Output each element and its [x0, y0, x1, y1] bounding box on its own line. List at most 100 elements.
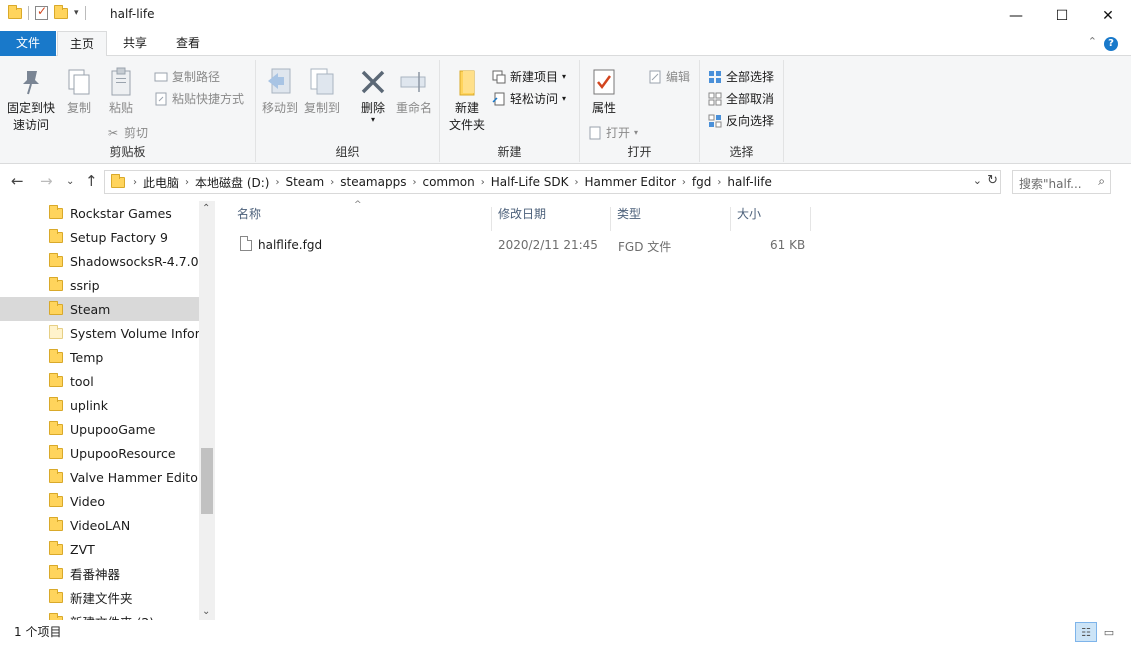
delete-dropdown-icon[interactable]: ▾ — [356, 116, 390, 124]
rename-button[interactable]: 重命名 — [394, 66, 434, 117]
select-none-icon — [708, 92, 722, 106]
address-bar[interactable]: › 此电脑 › 本地磁盘 (D:) › Steam › steamapps › … — [104, 170, 1001, 194]
folder-icon — [49, 444, 63, 459]
address-dropdown-chevron-icon[interactable]: ⌄ — [973, 174, 982, 187]
copy-label: 复制 — [66, 101, 91, 115]
pin-to-quick-access-button[interactable]: 固定到快 速访问 — [4, 66, 58, 134]
recent-locations-chevron-icon[interactable]: ⌄ — [66, 176, 74, 187]
breadcrumb-item[interactable]: steamapps — [334, 175, 412, 189]
paste-shortcut-button[interactable]: 粘贴快捷方式 — [154, 90, 244, 107]
new-group-label: 新建 — [497, 145, 522, 159]
nav-item[interactable]: System Volume Information — [0, 321, 199, 345]
column-header-type[interactable]: 类型 — [612, 207, 731, 231]
help-icon[interactable]: ? — [1104, 37, 1118, 51]
forward-arrow-icon[interactable]: → — [40, 172, 53, 190]
nav-item[interactable]: uplink — [0, 393, 199, 417]
folder-icon — [49, 396, 63, 411]
tab-file[interactable]: 文件 — [0, 31, 56, 56]
table-row[interactable]: halflife.fgd 2020/2/11 21:45 FGD 文件 61 K… — [216, 234, 816, 256]
file-icon — [240, 236, 252, 251]
collapse-ribbon-icon[interactable]: ⌃ — [1088, 35, 1097, 48]
breadcrumb-item[interactable]: half-life — [721, 175, 777, 189]
scroll-up-icon[interactable]: ⌃ — [202, 203, 210, 214]
nav-item[interactable]: tool — [0, 369, 199, 393]
nav-item-steam[interactable]: Steam — [0, 297, 199, 321]
copy-button[interactable]: 复制 — [62, 66, 96, 117]
edit-button[interactable]: 编辑 — [648, 68, 690, 85]
properties-icon — [588, 66, 620, 98]
select-all-label: 全部选择 — [726, 70, 775, 84]
copy-path-button[interactable]: 复制路径 — [154, 68, 220, 85]
breadcrumb-item[interactable]: common — [416, 175, 480, 189]
properties-icon[interactable] — [35, 4, 48, 20]
nav-item[interactable]: 新建文件夹 (2) — [0, 609, 199, 620]
details-view-button[interactable]: ☷ — [1075, 622, 1097, 642]
breadcrumb: › 此电脑 › 本地磁盘 (D:) › Steam › steamapps › … — [105, 171, 778, 193]
nav-pane-scrollbar[interactable]: ⌃ ⌄ — [199, 201, 215, 620]
cut-button[interactable]: ✂ 剪切 — [106, 124, 148, 141]
easy-access-button[interactable]: 轻松访问 ▾ — [492, 90, 566, 107]
details-view-icon: ☷ — [1081, 625, 1091, 639]
properties-button[interactable]: 属性 — [586, 66, 622, 117]
breadcrumb-item[interactable]: Hammer Editor — [579, 175, 682, 189]
navigation-pane: Rockstar Games Setup Factory 9 Shadowsoc… — [0, 201, 215, 620]
back-arrow-icon[interactable]: ← — [11, 172, 24, 190]
new-item-button[interactable]: 新建项目 ▾ — [492, 68, 566, 85]
maximize-button[interactable]: ☐ — [1039, 0, 1085, 31]
breadcrumb-item[interactable]: 本地磁盘 (D:) — [189, 174, 275, 191]
copy-to-button[interactable]: 复制到 — [302, 66, 342, 117]
folder-icon — [49, 204, 63, 219]
ribbon: 固定到快 速访问 复制 粘贴 复制路径 粘贴快捷方式 ✂ 剪切 剪贴板 移动到 … — [0, 56, 1131, 164]
nav-item[interactable]: ShadowsocksR-4.7.0-win — [0, 249, 199, 273]
open-button[interactable]: 打开 ▾ — [588, 124, 638, 141]
breadcrumb-item[interactable]: fgd — [686, 175, 717, 189]
file-name: halflife.fgd — [258, 238, 323, 252]
scroll-down-icon[interactable]: ⌄ — [202, 606, 210, 617]
breadcrumb-item[interactable]: Half-Life SDK — [485, 175, 575, 189]
customize-toolbar-dropdown-icon[interactable]: ▾ — [74, 8, 79, 18]
nav-item[interactable]: Valve Hammer Editor — [0, 465, 199, 489]
paste-button[interactable]: 粘贴 — [104, 66, 138, 117]
divider — [84, 6, 86, 20]
invert-selection-button[interactable]: 反向选择 — [708, 112, 774, 129]
nav-item-label: uplink — [70, 397, 108, 413]
nav-item[interactable]: Video — [0, 489, 199, 513]
delete-x-icon — [357, 66, 389, 98]
breadcrumb-item[interactable]: 此电脑 — [137, 174, 185, 191]
select-none-button[interactable]: 全部取消 — [708, 90, 774, 107]
close-button[interactable]: ✕ — [1085, 0, 1131, 31]
move-to-button[interactable]: 移动到 — [260, 66, 300, 117]
delete-button[interactable]: 删除 ▾ — [356, 66, 390, 124]
nav-item[interactable]: Rockstar Games — [0, 201, 199, 225]
tab-share[interactable]: 共享 — [111, 31, 159, 56]
refresh-icon[interactable]: ↻ — [987, 173, 998, 188]
nav-item[interactable]: ZVT — [0, 537, 199, 561]
column-header-date[interactable]: 修改日期 — [493, 207, 611, 231]
scrollbar-thumb[interactable] — [201, 448, 213, 514]
breadcrumb-item[interactable]: Steam — [279, 175, 330, 189]
large-icons-view-button[interactable]: ▭ — [1098, 622, 1120, 642]
tab-home[interactable]: 主页 — [57, 31, 108, 57]
column-header-name[interactable]: 名称 — [232, 207, 492, 231]
cut-label: 剪切 — [124, 126, 149, 140]
folder-icon[interactable] — [8, 4, 22, 19]
nav-item[interactable]: 新建文件夹 — [0, 585, 199, 609]
new-folder-icon[interactable] — [54, 4, 68, 19]
nav-item[interactable]: Setup Factory 9 — [0, 225, 199, 249]
search-icon[interactable]: ⌕ — [1098, 174, 1105, 189]
nav-item[interactable]: 看番神器 — [0, 561, 199, 585]
search-box[interactable]: 搜索"half... ⌕ — [1012, 170, 1111, 194]
select-all-button[interactable]: 全部选择 — [708, 68, 774, 85]
column-header-size[interactable]: 大小 — [732, 207, 811, 231]
new-folder-button[interactable]: 新建 文件夹 — [444, 66, 490, 134]
nav-item[interactable]: ssrip — [0, 273, 199, 297]
folder-icon — [49, 492, 63, 507]
folder-icon — [49, 252, 63, 267]
nav-item[interactable]: Temp — [0, 345, 199, 369]
nav-item[interactable]: UpupooGame — [0, 417, 199, 441]
tab-view[interactable]: 查看 — [164, 31, 212, 56]
minimize-button[interactable]: — — [993, 0, 1039, 31]
nav-item[interactable]: VideoLAN — [0, 513, 199, 537]
up-arrow-icon[interactable]: ↑ — [85, 172, 98, 190]
nav-item[interactable]: UpupooResource — [0, 441, 199, 465]
